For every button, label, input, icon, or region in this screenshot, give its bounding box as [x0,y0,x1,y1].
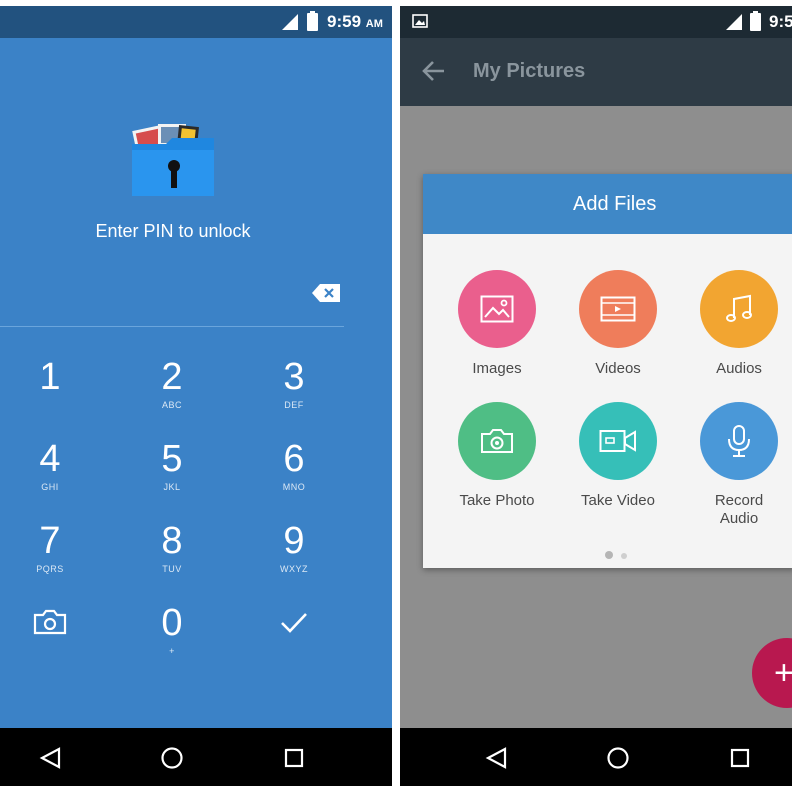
key-9[interactable]: 9 WXYZ [244,520,344,594]
home-circle-icon [607,747,629,769]
page-dot [621,553,627,559]
status-time: 9:59 AM [327,12,383,31]
key-8[interactable]: 8 TUV [122,520,222,594]
confirm-button[interactable] [274,604,314,640]
image-notification-icon [412,14,428,28]
camera-icon [481,429,513,453]
option-images[interactable]: Images [437,270,557,378]
pin-input-underline [0,326,344,327]
key-1[interactable]: 1 [0,356,100,430]
add-fab-button[interactable]: + [752,638,792,708]
option-circle [579,270,657,348]
key-3[interactable]: 3 DEF [244,356,344,430]
battery-icon [750,11,761,31]
back-triangle-icon [485,747,507,769]
image-icon [480,295,514,323]
key-2[interactable]: 2 ABC [122,356,222,430]
status-time: 9:5 [769,12,792,31]
key-5[interactable]: 5 JKL [122,438,222,512]
page-dot-active [605,551,613,559]
recents-square-icon [284,748,304,768]
battery-icon [307,11,318,31]
signal-icon [282,14,298,30]
home-circle-icon [161,747,183,769]
option-circle [700,402,778,480]
option-record-audio[interactable]: Record Audio [679,402,792,528]
add-files-screen: 9:5 My Pictures Add Files Images Videos … [400,6,792,786]
key-7[interactable]: 7 PQRS [0,520,100,594]
camera-icon [33,609,67,635]
key-0[interactable]: 0 + [122,602,222,676]
nav-back-button[interactable] [36,744,64,772]
backspace-icon[interactable] [312,284,340,302]
nav-recents-button[interactable] [726,744,754,772]
arrow-back-icon[interactable] [422,60,446,82]
option-circle [700,270,778,348]
camera-button[interactable] [30,604,70,640]
option-circle [458,270,536,348]
status-bar: 9:5 [400,6,792,38]
key-4[interactable]: 4 GHI [0,438,100,512]
navigation-bar [400,728,792,786]
folder-lock-icon [132,124,214,196]
pin-prompt: Enter PIN to unlock [95,221,251,241]
app-bar: My Pictures [400,38,792,106]
recents-square-icon [730,748,750,768]
pin-unlock-screen: 9:59 AM Enter PIN to unlock 1 2 ABC 3 DEF … [0,6,392,786]
page-title: My Pictures [473,60,586,82]
nav-back-button[interactable] [482,744,510,772]
nav-recents-button[interactable] [280,744,308,772]
key-6[interactable]: 6 MNO [244,438,344,512]
film-icon [600,296,636,322]
microphone-icon [728,425,750,457]
page-indicator [605,546,635,564]
back-triangle-icon [39,747,61,769]
video-camera-icon [599,430,636,452]
add-files-dialog: Add Files Images Videos Audios Take Phot… [423,174,792,568]
signal-icon [726,14,742,30]
option-take-video[interactable]: Take Video [558,402,678,510]
dialog-title: Add Files [423,174,792,234]
option-circle [579,402,657,480]
nav-home-button[interactable] [604,744,632,772]
option-circle [458,402,536,480]
checkmark-icon [281,613,307,633]
option-videos[interactable]: Videos [558,270,678,378]
nav-home-button[interactable] [158,744,186,772]
option-audios[interactable]: Audios [679,270,792,378]
navigation-bar [0,728,392,786]
option-take-photo[interactable]: Take Photo [437,402,557,510]
music-note-icon [726,294,752,322]
status-bar: 9:59 AM [0,6,392,38]
